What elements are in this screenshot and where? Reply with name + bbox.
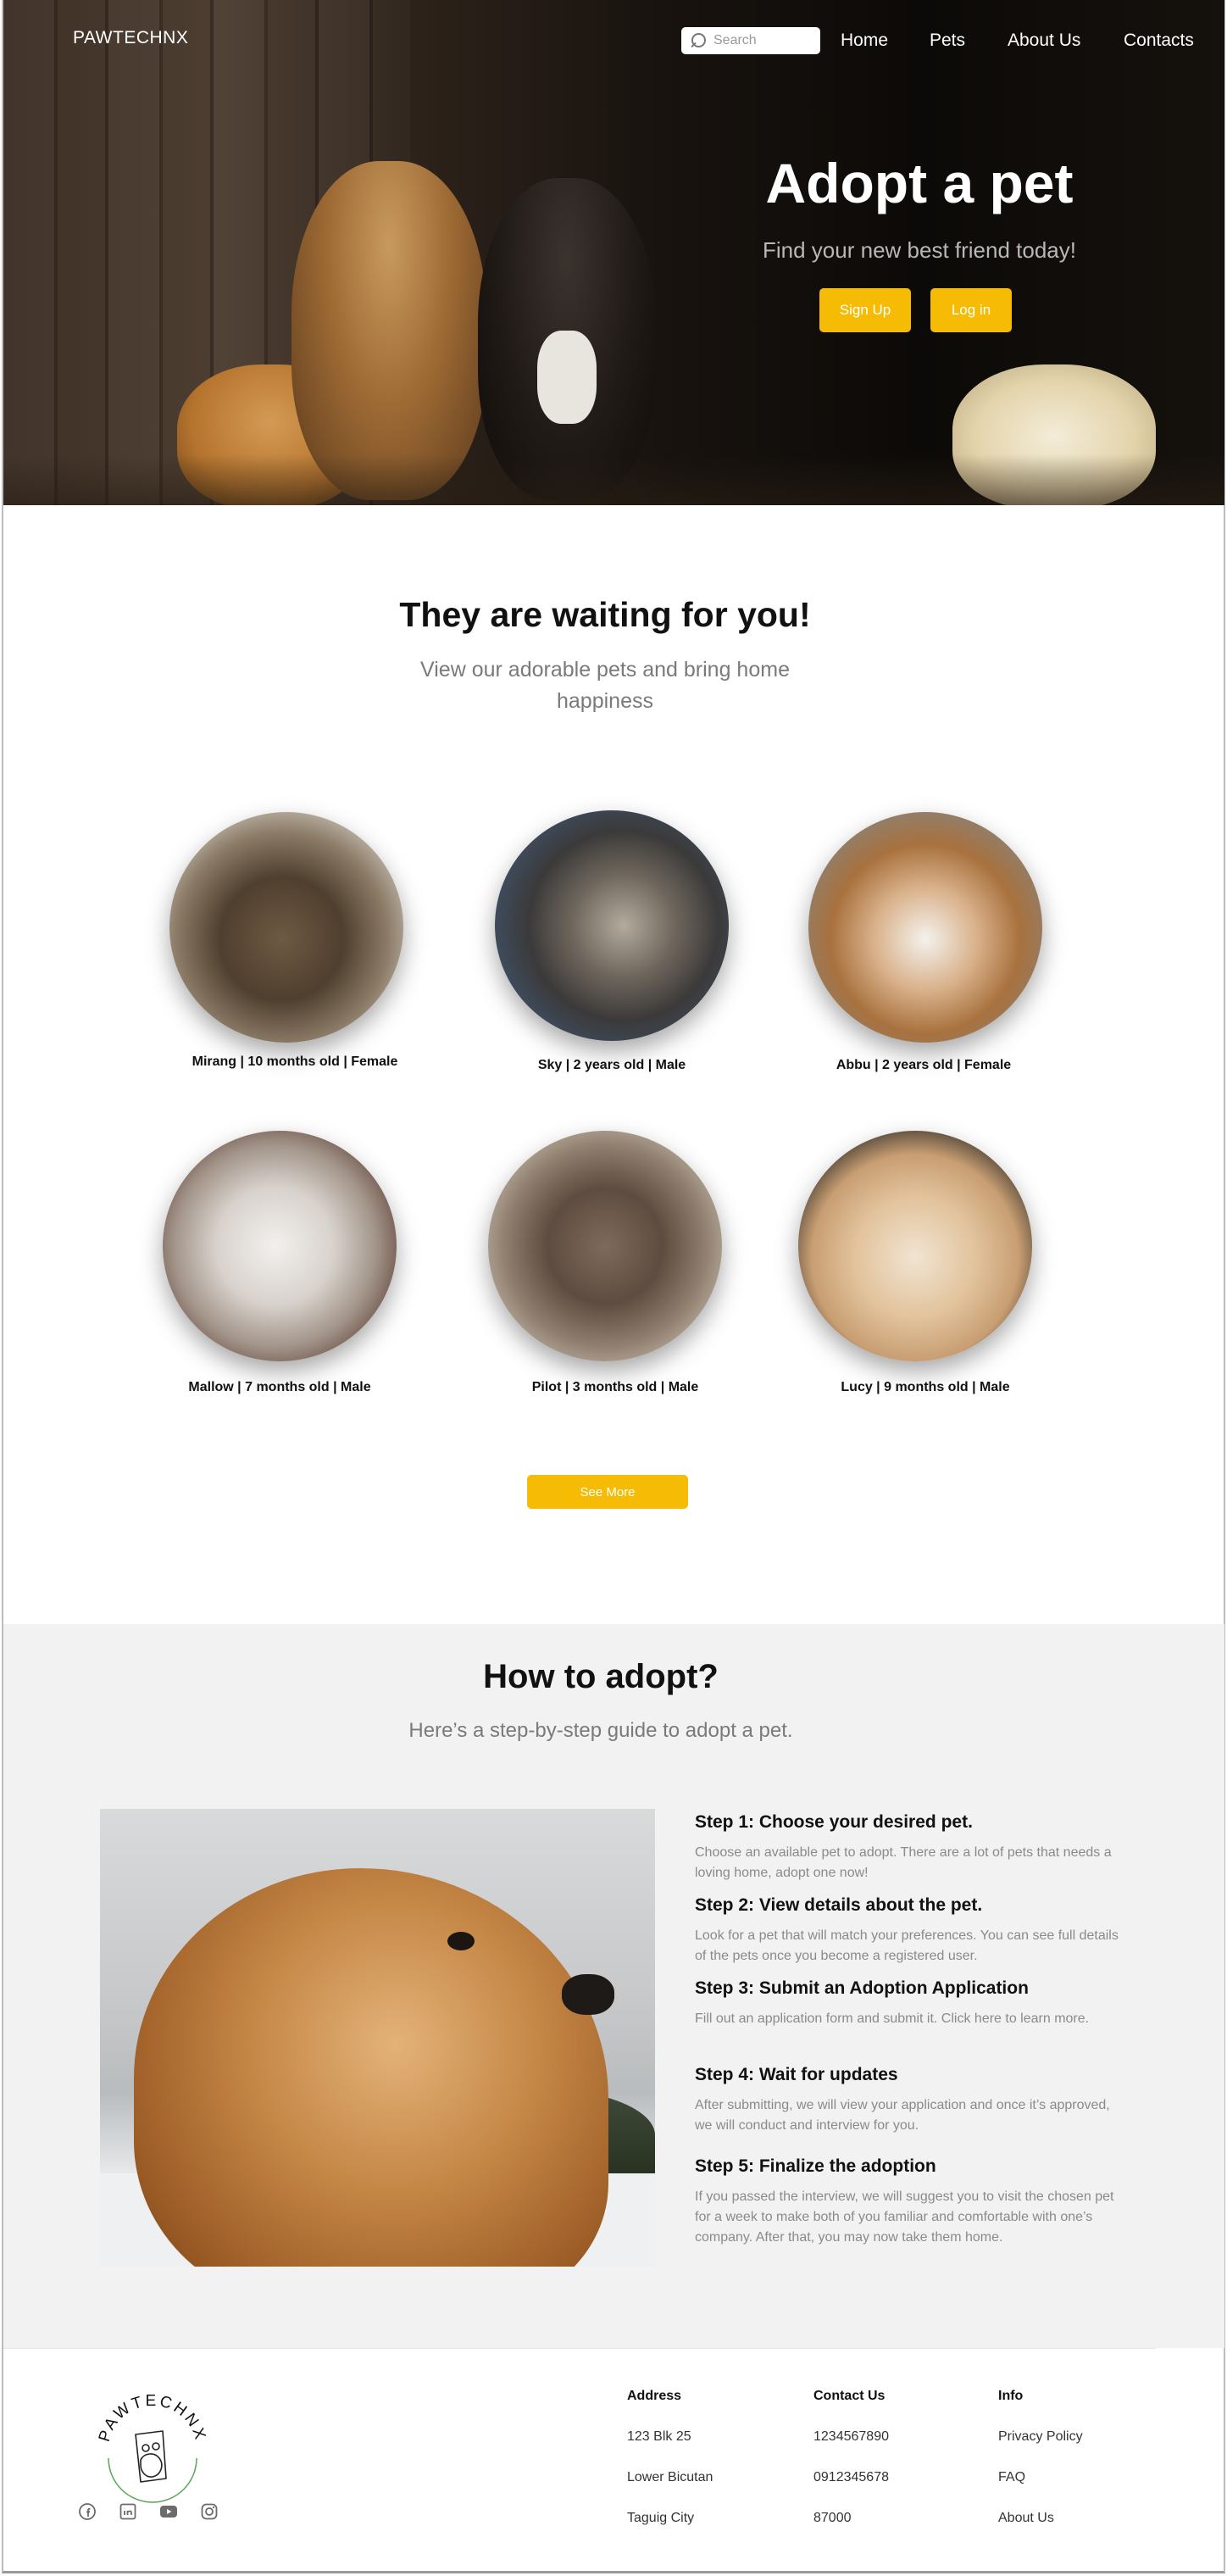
footer-divider <box>3 2348 1156 2349</box>
search-icon <box>690 31 708 50</box>
hero-puppy-image <box>291 161 486 500</box>
pet-photo-lucy[interactable] <box>798 1131 1032 1361</box>
hero-title: Adopt a pet <box>765 152 1074 214</box>
youtube-icon[interactable] <box>159 2502 178 2521</box>
waiting-subtitle: View our adorable pets and bring home ha… <box>420 658 790 713</box>
footer-link-privacy-policy[interactable]: Privacy Policy <box>998 2429 1083 2445</box>
search-box[interactable] <box>681 27 820 54</box>
footer-address-line: Lower Bicutan <box>627 2470 713 2484</box>
step-3-text[interactable]: Fill out an application form and submit … <box>695 2009 1127 2029</box>
pet-label[interactable]: Mallow | 7 months old | Male <box>144 1380 415 1395</box>
pet-label[interactable]: Mirang | 10 months old | Female <box>159 1054 430 1070</box>
nav-contacts[interactable]: Contacts <box>1124 31 1194 51</box>
waiting-title: They are waiting for you! <box>399 595 811 634</box>
footer-address-heading: Address <box>627 2389 682 2403</box>
search-input[interactable] <box>713 33 815 48</box>
nav-pets[interactable]: Pets <box>930 31 965 51</box>
footer-contact-number: 1234567890 <box>813 2429 889 2444</box>
footer-link-faq[interactable]: FAQ <box>998 2470 1025 2485</box>
image-dog-nose <box>562 1974 614 2015</box>
hero-puppy-image <box>478 178 656 500</box>
pet-photo-abbu[interactable] <box>808 812 1042 1043</box>
footer-link-about-us[interactable]: About Us <box>998 2511 1054 2526</box>
pet-label[interactable]: Sky | 2 years old | Male <box>476 1058 747 1073</box>
pet-label[interactable]: Lucy | 9 months old | Male <box>790 1380 1061 1395</box>
pet-photo-mirang[interactable] <box>169 812 403 1043</box>
logo-text: PAWTECHNX <box>96 2392 207 2444</box>
pet-label[interactable]: Abbu | 2 years old | Female <box>788 1058 1059 1073</box>
nav-about-us[interactable]: About Us <box>1008 31 1080 51</box>
footer-contact-number: 0912345678 <box>813 2470 889 2484</box>
instagram-icon[interactable] <box>200 2502 219 2521</box>
step-5-title: Step 5: Finalize the adoption <box>695 2156 936 2176</box>
nav-home[interactable]: Home <box>841 31 888 51</box>
login-button[interactable]: Log in <box>930 288 1012 332</box>
linkedin-icon[interactable] <box>119 2502 137 2521</box>
step-4-title: Step 4: Wait for updates <box>695 2065 898 2084</box>
see-more-button[interactable]: See More <box>527 1475 688 1509</box>
pet-label[interactable]: Pilot | 3 months old | Male <box>480 1380 751 1395</box>
footer-info-heading: Info <box>998 2389 1024 2403</box>
step-4-text: After submitting, we will view your appl… <box>695 2098 1110 2133</box>
brand-name[interactable]: PAWTECHNX <box>73 28 188 48</box>
step-1-text: Choose an available pet to adopt. There … <box>695 1845 1112 1880</box>
hero-subtitle: Find your new best friend today! <box>763 237 1076 263</box>
footer-contact-number: 87000 <box>813 2511 852 2525</box>
pet-photo-pilot[interactable] <box>488 1131 722 1361</box>
pawtechnx-logo[interactable]: PAWTECHNX <box>90 2380 215 2506</box>
footer-address-line: Taguig City <box>627 2511 695 2525</box>
pet-photo-mallow[interactable] <box>163 1131 397 1361</box>
how-subtitle: Here’s a step-by-step guide to adopt a p… <box>408 1719 793 1742</box>
facebook-icon[interactable] <box>78 2502 97 2521</box>
step-5-text: If you passed the interview, we will sug… <box>695 2189 1114 2245</box>
hero-puppy-chest <box>537 331 597 424</box>
pet-photo-sky[interactable] <box>495 810 729 1041</box>
step-1-title: Step 1: Choose your desired pet. <box>695 1812 973 1832</box>
image-dog-head <box>134 1868 608 2267</box>
footer-contact-heading: Contact Us <box>813 2389 886 2403</box>
footer-address-line: 123 Blk 25 <box>627 2429 691 2444</box>
image-dog-eye <box>447 1932 475 1950</box>
golden-retriever-image <box>100 1809 655 2267</box>
hero-floor-shade <box>3 454 1224 505</box>
svg-text:PAWTECHNX: PAWTECHNX <box>96 2392 209 2444</box>
signup-button[interactable]: Sign Up <box>819 288 911 332</box>
step-3-title: Step 3: Submit an Adoption Application <box>695 1978 1029 1998</box>
step-2-title: Step 2: View details about the pet. <box>695 1895 983 1915</box>
step-2-text: Look for a pet that will match your pref… <box>695 1928 1119 1963</box>
how-title: How to adopt? <box>483 1658 719 1695</box>
